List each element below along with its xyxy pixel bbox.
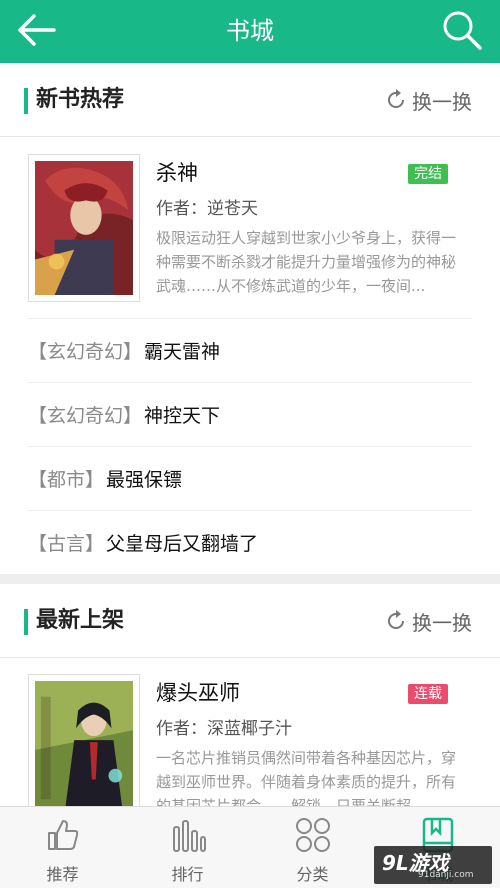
book-title: 杀神 — [156, 161, 198, 185]
watermark-url: 91danji.com — [418, 870, 474, 880]
featured-book-card[interactable]: 爆头巫师 连载 作者：深蓝椰子汁 一名芯片推销员偶然间带着各种基因芯片，穿越到巫… — [0, 658, 500, 808]
book-cover[interactable] — [28, 154, 140, 302]
featured-book-card[interactable]: 杀神 完结 作者：逆苍天 极限运动狂人穿越到世家小少爷身上，获得一种需要不断杀戮… — [0, 138, 500, 318]
book-description: 一名芯片推销员偶然间带着各种基因芯片，穿越到巫师世界。伴随着身体素质的提升，所有… — [156, 749, 457, 808]
app-header: 书城 — [0, 0, 500, 63]
list-item-category: 【玄幻奇幻】 — [28, 341, 143, 363]
list-item-title: 神控天下 — [144, 405, 221, 427]
list-item-title: 霸天雷神 — [144, 341, 221, 363]
tab-label: 分类 — [296, 865, 329, 884]
section-title: 最新上架 — [36, 608, 125, 633]
list-item-category: 【都市】 — [28, 469, 105, 491]
grid-circles-icon — [295, 818, 330, 852]
tab-label: 排行 — [171, 865, 204, 884]
cover-art-image — [35, 681, 133, 808]
bar-chart-icon — [172, 820, 206, 852]
tab-recommend[interactable]: 推荐 — [0, 807, 125, 888]
refresh-icon — [388, 89, 404, 108]
tab-category[interactable]: 分类 — [250, 807, 375, 888]
status-badge: 完结 — [408, 164, 448, 184]
book-title: 爆头巫师 — [156, 681, 240, 705]
section-header-latest: 最新上架 换一换 — [0, 584, 500, 658]
refresh-label: 换一换 — [412, 610, 472, 635]
page-title: 书城 — [226, 17, 274, 45]
list-item[interactable]: 【古言】 父皇母后又翻墙了 — [28, 510, 472, 574]
section-divider — [0, 574, 500, 584]
book-author: 作者：深蓝椰子汁 — [156, 719, 292, 739]
list-item[interactable]: 【玄幻奇幻】 霸天雷神 — [28, 318, 472, 382]
refresh-label: 换一换 — [412, 89, 472, 114]
list-item-title: 最强保镖 — [106, 469, 183, 491]
refresh-button[interactable]: 换一换 — [384, 83, 472, 117]
book-author: 作者：逆苍天 — [156, 199, 258, 219]
list-item-category: 【古言】 — [28, 533, 105, 555]
status-badge: 连载 — [408, 684, 448, 704]
tab-ranking[interactable]: 排行 — [125, 807, 250, 888]
book-cover[interactable] — [28, 674, 140, 808]
refresh-button[interactable]: 换一换 — [384, 604, 472, 638]
book-description: 极限运动狂人穿越到世家小少爷身上，获得一种需要不断杀戮才能提升力量增强修为的神秘… — [156, 229, 457, 295]
thumbs-up-icon — [47, 820, 78, 850]
list-item[interactable]: 【都市】 最强保镖 — [28, 446, 472, 510]
refresh-icon — [388, 610, 404, 629]
list-item-category: 【玄幻奇幻】 — [28, 405, 143, 427]
watermark-logo: 9L游戏 91danji.com — [374, 846, 492, 884]
section-accent-bar — [24, 88, 28, 114]
cover-art-image — [35, 161, 133, 295]
search-icon[interactable] — [440, 8, 484, 52]
section-header-new-hot: 新书热荐 换一换 — [0, 63, 500, 137]
list-item[interactable]: 【玄幻奇幻】 神控天下 — [28, 382, 472, 446]
tab-label: 推荐 — [46, 865, 79, 884]
section-accent-bar — [24, 609, 28, 635]
section-title: 新书热荐 — [36, 87, 125, 112]
list-item-title: 父皇母后又翻墙了 — [106, 533, 259, 555]
